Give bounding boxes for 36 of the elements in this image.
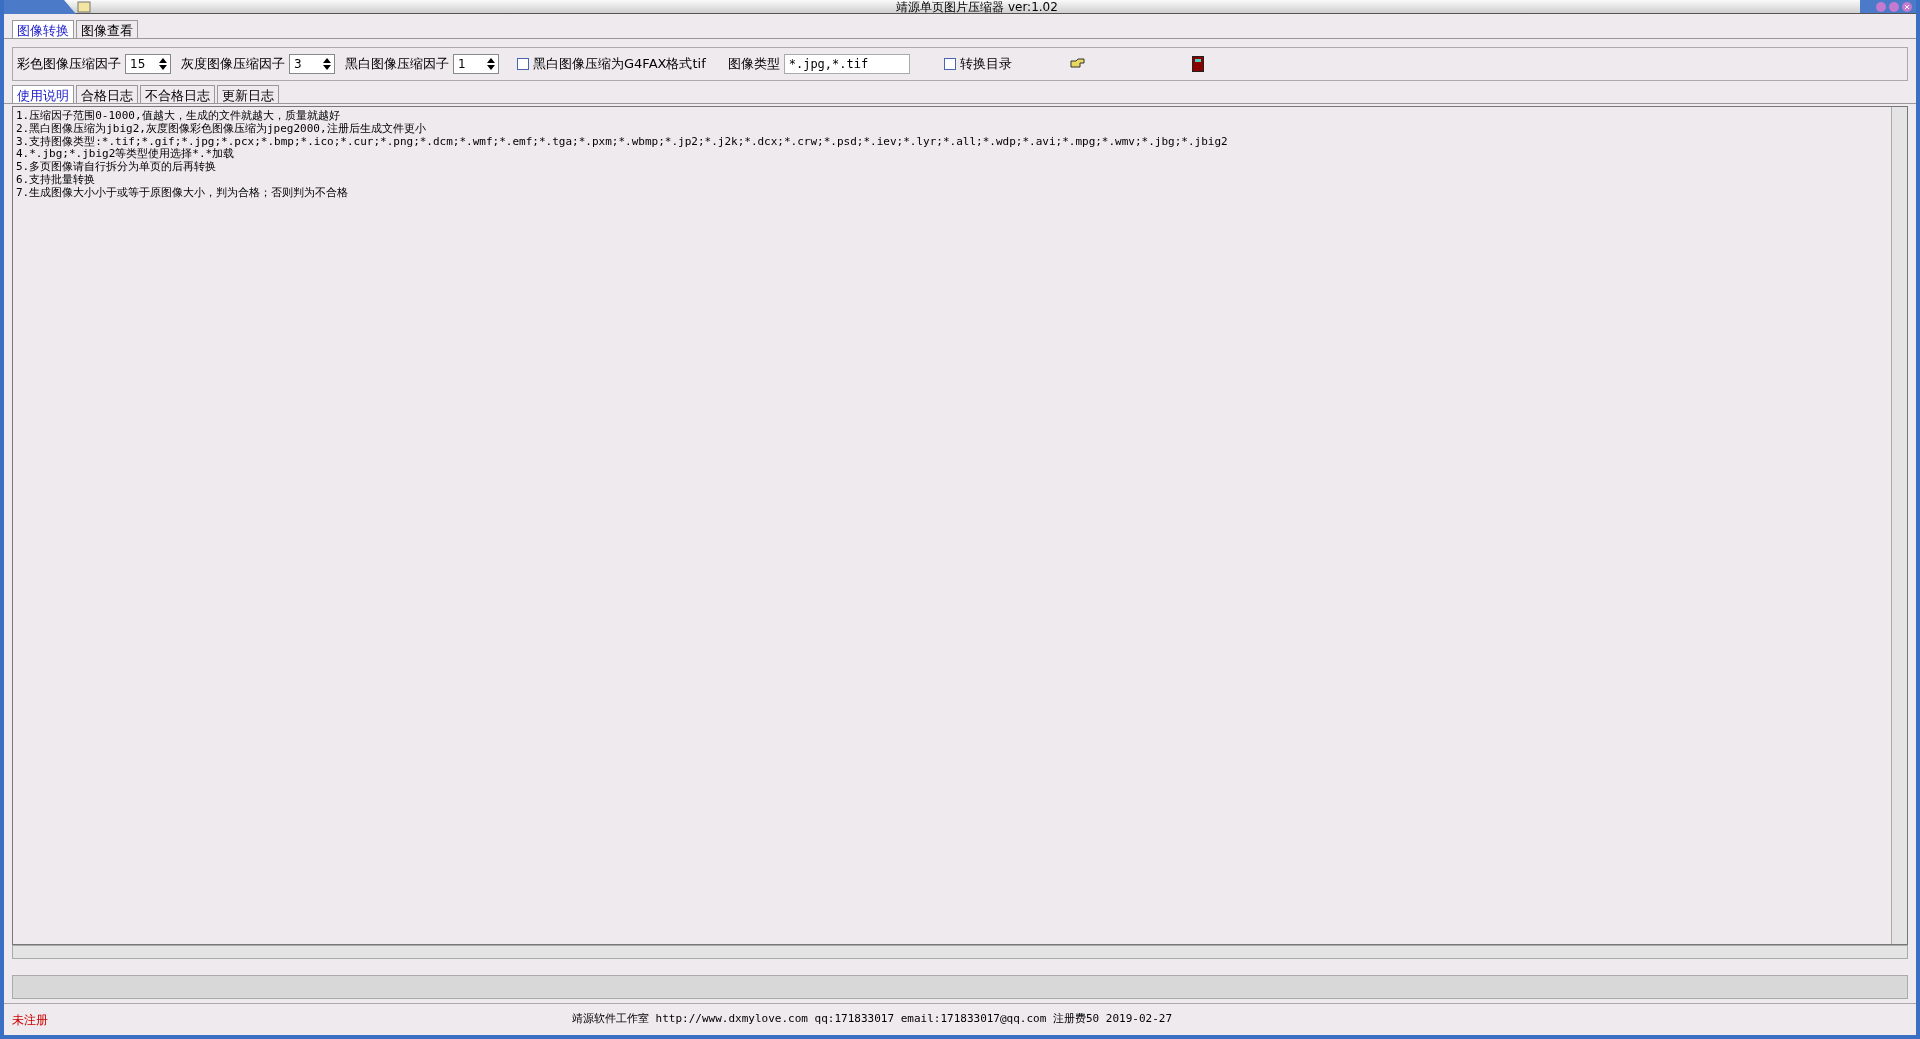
- instruction-line: 7.生成图像大小小于或等于原图像大小，判为合格；否则判为不合格: [16, 186, 350, 200]
- instruction-line: 3.支持图像类型:*.tif;*.gif;*.jpg;*.pcx;*.bmp;*.ico;*.cur;*.png;*.dcm;*.wmf;*.emf;*.tga;*.pxm;*.wbmp;*.jp2;*.j2k;*.dcx;*.crw;*.psd;*.iev;*.lyr;*.all;*.wdp;*.avi;*.mpg;*.wmv;*.jbg;*.jbig2: [16, 135, 1229, 148]
- instruction-line: 5.多页图像请自行拆分为单页的后再转换: [16, 161, 218, 174]
- instruction-line: 6.支持批量转换: [16, 174, 97, 187]
- tab[interactable]: 图像转换: [12, 20, 74, 38]
- tab[interactable]: 使用说明: [12, 85, 74, 103]
- instruction-line: 2.黑白图像压缩为jbig2,灰度图像彩色图像压缩为jpeg2000,注册后生成文件更小: [16, 122, 427, 136]
- checkbox[interactable]: [943, 58, 956, 70]
- field-label: 彩色图像压缩因子: [17, 55, 121, 74]
- image-type-field[interactable]: *.jpg,*.tif: [783, 54, 910, 74]
- spin-field[interactable]: 3: [289, 54, 335, 74]
- spin-arrows-icon[interactable]: [486, 57, 496, 71]
- tab[interactable]: 图像查看: [76, 20, 138, 38]
- instruction-line: 4.*.jbg;*.jbig2等类型使用选择*.*加载: [16, 148, 236, 161]
- tab[interactable]: 不合格日志: [140, 85, 215, 103]
- vertical-scrollbar[interactable]: [1891, 107, 1907, 944]
- checkbox[interactable]: [517, 58, 529, 70]
- tab[interactable]: 更新日志: [217, 85, 279, 103]
- checkbox-label: 黑白图像压缩为G4FAX格式tif: [533, 55, 706, 74]
- close-icon[interactable]: [1902, 1, 1912, 12]
- door-icon[interactable]: [1191, 56, 1204, 72]
- registration-status: 未注册: [12, 1011, 49, 1029]
- field-label: 图像类型: [727, 55, 780, 74]
- field-label: 灰度图像压缩因子: [181, 55, 285, 74]
- tab[interactable]: 合格日志: [76, 85, 138, 103]
- spin-field[interactable]: 1: [453, 54, 499, 74]
- app-icon: [4, 0, 94, 14]
- horizontal-scrollbar[interactable]: [12, 945, 1908, 959]
- checkbox-label: 转换目录: [959, 55, 1012, 74]
- window-title: 靖源单页图片压缩器 ver:1.02: [896, 0, 1058, 13]
- spin-arrows-icon[interactable]: [158, 57, 168, 71]
- instruction-line: 1.压缩因子范围0-1000,值越大，生成的文件就越大，质量就越好: [16, 110, 341, 123]
- field-label: 黑白图像压缩因子: [345, 55, 449, 74]
- spin-arrows-icon[interactable]: [322, 57, 332, 71]
- contact-info: 靖源软件工作室 http://www.dxmylove.com qq:171833017 email:171833017@qq.com 注册费50 2019-02-27: [572, 1011, 1173, 1028]
- spin-field[interactable]: 15: [125, 54, 171, 74]
